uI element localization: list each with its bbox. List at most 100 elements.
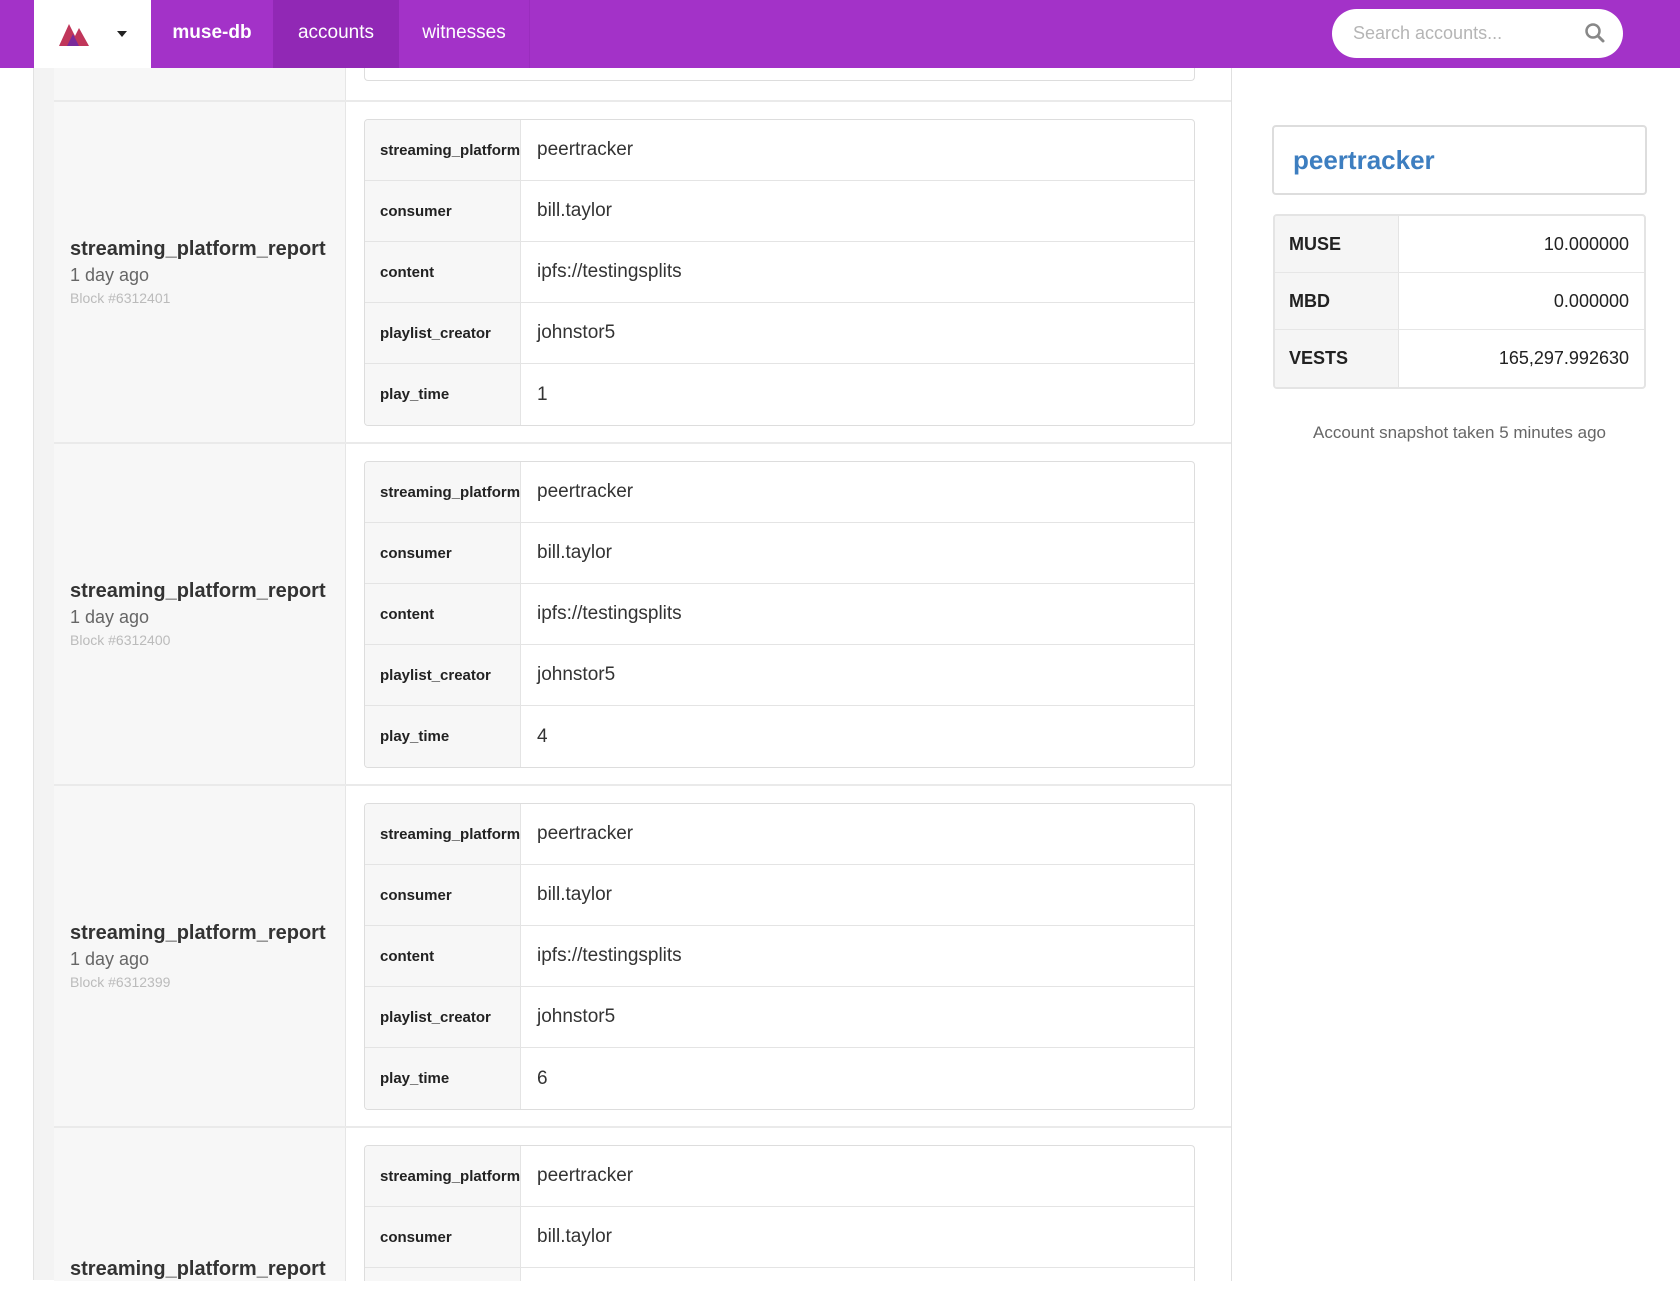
field-key: streaming_platform — [365, 120, 521, 180]
operation-fields-table: streaming_platform peertracker consumer bil… — [364, 803, 1195, 1110]
field-key — [365, 1268, 521, 1281]
field-value — [521, 1268, 1194, 1281]
operation-type: streaming_platform_report — [70, 238, 326, 260]
field-value: johnstor5 — [537, 664, 616, 685]
field-row — [365, 1268, 1194, 1281]
operation-fields-table: streaming_platform peertracker consumer bil… — [364, 119, 1195, 426]
field-value: peertracker — [537, 1165, 634, 1186]
operation-time: 1 day ago — [70, 949, 150, 969]
operation-details: streaming_platform peertracker consumer bil… — [346, 444, 1231, 784]
balance-amount: 165,297.992630 — [1498, 348, 1629, 368]
operation-summary: streaming_platform_report 1 day ago Block … — [54, 786, 346, 1126]
operation-item: streaming_platform_report streaming_platf… — [54, 1128, 1231, 1281]
field-row: consumer bill.taylor — [365, 523, 1194, 584]
field-value: 1 — [537, 383, 548, 405]
operations: streaming_platform_report 1 day ago Block … — [54, 102, 1231, 1281]
account-name[interactable]: peertracker — [1293, 145, 1435, 176]
field-key: play_time — [365, 1048, 521, 1109]
field-row: play_time 1 — [365, 364, 1194, 425]
operation-type: streaming_platform_report — [70, 922, 326, 944]
field-value: 6 — [537, 1067, 548, 1089]
field-key: content — [365, 926, 521, 986]
operation-type: streaming_platform_report — [70, 1258, 326, 1280]
nav-brand-link[interactable]: muse-db — [151, 0, 273, 68]
field-row: play_time 4 — [365, 706, 1194, 767]
operation-fields-table: streaming_platform peertracker consumer bil… — [364, 1145, 1195, 1281]
balance-row: MUSE 10.000000 — [1275, 216, 1644, 273]
field-value: ipfs://testingsplits — [537, 603, 682, 624]
nav-witnesses-link[interactable]: witnesses — [399, 0, 530, 68]
field-key: consumer — [365, 865, 521, 925]
search-icon[interactable] — [1584, 22, 1606, 44]
field-row: consumer bill.taylor — [365, 181, 1194, 242]
account-card: peertracker — [1272, 125, 1647, 195]
muse-logo-icon — [59, 24, 89, 46]
block-number[interactable]: Block #6312400 — [70, 632, 345, 648]
search-input[interactable] — [1332, 9, 1623, 58]
balances-table: MUSE 10.000000 MBD 0.000000 VESTS 165,297.992… — [1273, 214, 1646, 389]
operation-summary: streaming_platform_report 1 day ago Block … — [54, 444, 346, 784]
field-value: ipfs://testingsplits — [537, 945, 682, 966]
field-row: streaming_platform peertracker — [365, 120, 1194, 181]
field-key: streaming_platform — [365, 462, 521, 522]
field-value: johnstor5 — [537, 1006, 616, 1027]
field-key: playlist_creator — [365, 645, 521, 705]
field-key: content — [365, 242, 521, 302]
operations-list: streaming_platform_report 1 day ago Block … — [54, 38, 1232, 1281]
field-row: streaming_platform peertracker — [365, 462, 1194, 523]
operation-time: 1 day ago — [70, 607, 150, 627]
field-key: play_time — [365, 706, 521, 767]
nav-accounts-link[interactable]: accounts — [273, 0, 399, 68]
field-row: content ipfs://testingsplits — [365, 242, 1194, 303]
operation-summary: streaming_platform_report — [54, 1128, 346, 1281]
field-value: bill.taylor — [537, 200, 612, 221]
field-value: peertracker — [537, 823, 634, 844]
field-row: streaming_platform peertracker — [365, 1146, 1194, 1207]
balance-asset: MUSE — [1275, 216, 1399, 272]
operation-time: 1 day ago — [70, 265, 150, 285]
operation-summary: streaming_platform_report 1 day ago Block … — [54, 102, 346, 442]
block-number[interactable]: Block #6312401 — [70, 290, 345, 306]
field-value: peertracker — [537, 481, 634, 502]
side-gutter — [33, 68, 54, 1280]
field-key: play_time — [365, 364, 521, 425]
operation-fields-table: streaming_platform peertracker consumer bil… — [364, 461, 1195, 768]
operation-type: streaming_platform_report — [70, 580, 326, 602]
field-row: consumer bill.taylor — [365, 1207, 1194, 1268]
field-row: streaming_platform peertracker — [365, 804, 1194, 865]
field-value: ipfs://testingsplits — [537, 261, 682, 282]
field-value: johnstor5 — [537, 322, 616, 343]
operation-item: streaming_platform_report 1 day ago Block … — [54, 102, 1231, 444]
field-key: playlist_creator — [365, 303, 521, 363]
field-row: content ipfs://testingsplits — [365, 926, 1194, 987]
field-value: peertracker — [537, 139, 634, 160]
balance-asset: MBD — [1275, 273, 1399, 329]
field-row: playlist_creator johnstor5 — [365, 303, 1194, 364]
field-row: play_time 6 — [365, 1048, 1194, 1109]
field-value: bill.taylor — [537, 542, 612, 563]
balance-amount: 10.000000 — [1543, 233, 1629, 254]
balance-row: VESTS 165,297.992630 — [1275, 330, 1644, 387]
snapshot-note: Account snapshot taken 5 minutes ago — [1313, 423, 1606, 442]
operation-details: streaming_platform peertracker consumer bil… — [346, 1128, 1231, 1281]
balance-row: MBD 0.000000 — [1275, 273, 1644, 330]
field-key: consumer — [365, 1207, 521, 1267]
field-row: consumer bill.taylor — [365, 865, 1194, 926]
operation-item: streaming_platform_report 1 day ago Block … — [54, 786, 1231, 1128]
operation-details: streaming_platform peertracker consumer bil… — [346, 102, 1231, 442]
operation-item: streaming_platform_report 1 day ago Block … — [54, 444, 1231, 786]
field-key: content — [365, 584, 521, 644]
field-value: bill.taylor — [537, 884, 612, 905]
logo-dropdown[interactable] — [34, 0, 151, 68]
block-number[interactable]: Block #6312399 — [70, 974, 345, 990]
field-key: playlist_creator — [365, 987, 521, 1047]
chevron-down-icon — [117, 31, 127, 37]
field-row: playlist_creator johnstor5 — [365, 987, 1194, 1048]
field-key: streaming_platform — [365, 1146, 521, 1206]
field-key: streaming_platform — [365, 804, 521, 864]
field-row: playlist_creator johnstor5 — [365, 645, 1194, 706]
field-value: bill.taylor — [537, 1226, 612, 1247]
field-key: consumer — [365, 181, 521, 241]
field-key: consumer — [365, 523, 521, 583]
field-row: content ipfs://testingsplits — [365, 584, 1194, 645]
